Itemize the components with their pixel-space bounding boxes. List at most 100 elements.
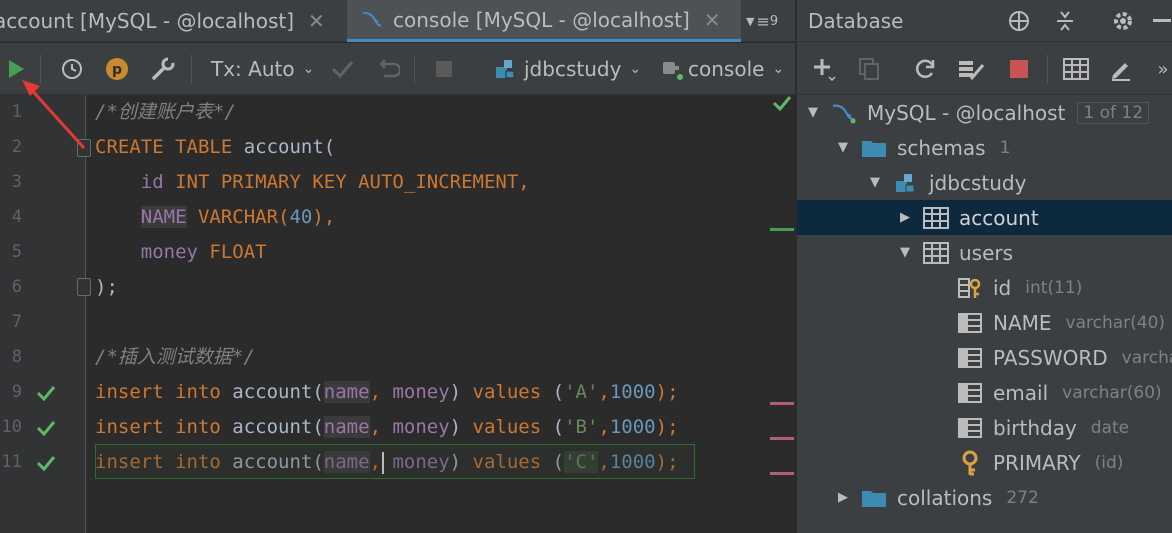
sql-punct: ) [449, 381, 473, 403]
minimize-icon[interactable] [1149, 0, 1172, 42]
warning-marker[interactable] [770, 402, 794, 405]
refresh-icon[interactable] [911, 48, 939, 90]
console-label: console [688, 57, 765, 81]
line-number: 5 [11, 242, 22, 262]
tree-node-key[interactable]: PRIMARY (id) [797, 445, 1172, 480]
code-comment: /*创建账户表*/ [95, 101, 236, 123]
rollback-icon[interactable] [374, 43, 402, 95]
sql-punct: ) [449, 416, 473, 438]
sql-punct: ); [655, 381, 679, 403]
stop-icon[interactable] [1005, 48, 1033, 90]
console-dropdown[interactable]: console ⌄ [660, 43, 784, 95]
pane-title: Database [808, 9, 904, 33]
line-number: 7 [11, 312, 22, 332]
sql-keyword: insert [95, 416, 164, 438]
schemas-label: schemas [897, 135, 986, 160]
database-tree: ▼ MySQL - @localhost 1 of 12 ▼ schemas 1… [797, 95, 1172, 533]
editor-tab-bar: account [MySQL - @localhost] ✕ console [… [0, 0, 795, 42]
schema-icon [893, 172, 919, 194]
warning-marker[interactable] [770, 437, 794, 440]
stop-icon[interactable] [432, 43, 456, 95]
tree-node-column[interactable]: id int(11) [797, 270, 1172, 305]
chevron-down-icon: ⌄ [629, 61, 642, 77]
sql-column: id [140, 171, 164, 193]
schema-dropdown[interactable]: jdbcstudy ⌄ [494, 43, 641, 95]
tree-node-collations[interactable]: ▶ collations 272 [797, 480, 1172, 515]
database-header: Database [797, 0, 1172, 42]
tree-node-column[interactable]: PASSWORD varchar(40) [797, 340, 1172, 375]
sql-punct: , [369, 416, 393, 438]
close-icon[interactable]: ✕ [308, 9, 325, 33]
sql-punct: ( [541, 381, 565, 403]
transaction-mode-dropdown[interactable]: Tx: Auto ⌄ [211, 43, 314, 95]
duplicate-icon[interactable] [855, 48, 883, 90]
commit-icon[interactable] [328, 43, 356, 95]
tree-node-column[interactable]: NAME varchar(40) [797, 305, 1172, 340]
change-marker[interactable] [770, 228, 794, 231]
table-view-icon[interactable] [1061, 48, 1091, 90]
line-number: 4 [11, 207, 22, 227]
tree-node-table-account[interactable]: ▶ account [797, 200, 1172, 235]
settings-wrench-icon[interactable] [148, 43, 178, 95]
code-line: CREATE TABLE account( [95, 130, 335, 165]
column-icon [957, 312, 983, 334]
check-icon [35, 375, 57, 410]
pencil-icon[interactable] [1107, 48, 1135, 90]
tree-node-datasource[interactable]: ▼ MySQL - @localhost 1 of 12 [797, 95, 1172, 130]
gear-icon[interactable] [1109, 0, 1137, 42]
toolbar-separator [191, 55, 192, 83]
tree-node-column[interactable]: birthday date [797, 410, 1172, 445]
check-icon [35, 445, 57, 480]
editor-scrollbar[interactable] [770, 95, 795, 533]
key-columns: (id) [1094, 452, 1124, 473]
database-toolbar: » [797, 43, 1172, 95]
chevron-down-icon[interactable]: ▼ [835, 140, 851, 155]
sql-number: 40 [289, 206, 313, 228]
sql-column: name [323, 381, 370, 403]
edit-datasource-icon[interactable] [955, 48, 987, 90]
editor-pane: account [MySQL - @localhost] ✕ console [… [0, 0, 795, 533]
tree-node-column[interactable]: email varchar(60) [797, 375, 1172, 410]
schema-label: jdbcstudy [929, 170, 1027, 195]
close-icon[interactable]: ✕ [704, 8, 721, 32]
tree-node-table-users[interactable]: ▼ users [797, 235, 1172, 270]
table-label: users [959, 240, 1014, 265]
profile-icon[interactable]: p [103, 43, 131, 95]
chevron-down-icon[interactable]: ▼ [805, 105, 821, 120]
schemas-count: 1 [999, 137, 1011, 158]
chevron-right-icon[interactable]: ▶ [835, 490, 851, 505]
code-comment: /*插入测试数据*/ [95, 346, 255, 368]
sql-punct: , [369, 381, 393, 403]
tab-account[interactable]: account [MySQL - @localhost] ✕ [0, 0, 346, 42]
svg-text:p: p [112, 62, 122, 78]
more-icon[interactable]: » [1153, 48, 1172, 90]
line-number: 8 [11, 347, 22, 367]
column-type: varchar(40) [1121, 347, 1172, 368]
current-statement-highlight [95, 444, 695, 479]
target-icon[interactable] [1005, 0, 1033, 42]
column-name: PASSWORD [993, 345, 1108, 370]
tree-node-schemas[interactable]: ▼ schemas 1 [797, 130, 1172, 165]
chevron-down-icon[interactable]: ▼ [867, 175, 883, 190]
sql-column: money [392, 381, 450, 403]
tab-label: console [MySQL - @localhost] [393, 7, 690, 32]
sql-keyword: into [163, 416, 221, 438]
add-icon[interactable] [809, 48, 839, 90]
line-number: 6 [11, 277, 22, 297]
chevron-right-icon[interactable]: ▶ [897, 210, 913, 225]
column-name: email [993, 380, 1049, 405]
column-icon [957, 347, 983, 369]
column-type: varchar(40) [1065, 312, 1166, 333]
schema-icon [494, 57, 518, 81]
tab-console[interactable]: console [MySQL - @localhost] ✕ [347, 0, 741, 42]
table-icon [923, 206, 949, 229]
warning-marker[interactable] [770, 472, 794, 475]
tree-node-schema[interactable]: ▼ jdbcstudy [797, 165, 1172, 200]
text-caret [382, 452, 384, 474]
check-icon [772, 95, 792, 115]
collapse-all-icon[interactable] [1051, 0, 1079, 42]
tab-overflow-button[interactable]: ▼ ≡ 9 [746, 0, 778, 42]
chevron-down-icon[interactable]: ▼ [897, 245, 913, 260]
column-type: date [1090, 417, 1130, 438]
column-type: int(11) [1025, 277, 1083, 298]
